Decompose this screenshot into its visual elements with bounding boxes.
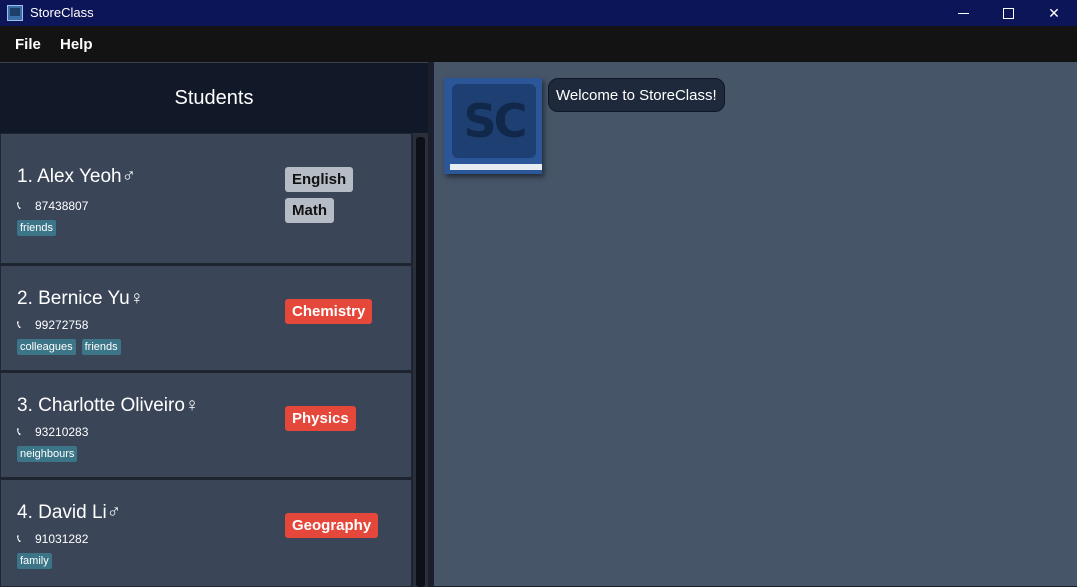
logo-inner: SC xyxy=(452,84,536,158)
window-title: StoreClass xyxy=(30,5,94,20)
menu-bar: File Help xyxy=(0,26,1077,62)
chat-bubble: Welcome to StoreClass! xyxy=(548,78,725,112)
subject-badge: Math xyxy=(285,198,334,223)
phone-icon: 📞︎ xyxy=(17,319,21,331)
subject-list: English Math xyxy=(285,167,354,223)
subject-list: Geography xyxy=(285,513,379,538)
tag: friends xyxy=(17,220,57,236)
phone-icon: 📞︎ xyxy=(17,426,21,438)
minimize-button[interactable] xyxy=(940,0,986,26)
logo-text: SC xyxy=(463,94,528,148)
phone-number: 91031282 xyxy=(35,532,89,546)
subject-badge: Chemistry xyxy=(285,299,373,324)
student-list[interactable]: 1. Alex Yeoh♂ 📞︎ 87438807 friends Englis… xyxy=(0,133,428,587)
chat-panel: SC Welcome to StoreClass! xyxy=(432,62,1077,586)
subject-badge: Geography xyxy=(285,513,379,538)
minimize-icon xyxy=(957,12,969,14)
menu-help[interactable]: Help xyxy=(60,36,93,53)
student-card[interactable]: 1. Alex Yeoh♂ 📞︎ 87438807 friends Englis… xyxy=(0,133,412,264)
student-phone: 📞︎ 93210283 xyxy=(17,425,88,439)
tag: family xyxy=(17,553,52,569)
student-name: 3. Charlotte Oliveiro♀ xyxy=(17,395,200,416)
phone-icon: 📞︎ xyxy=(17,533,21,545)
students-panel: Students 1. Alex Yeoh♂ 📞︎ 87438807 frien… xyxy=(0,62,428,587)
welcome-message: Welcome to StoreClass! xyxy=(556,86,717,104)
student-phone: 📞︎ 87438807 xyxy=(17,199,88,213)
student-name: 4. David Li♂ xyxy=(17,502,122,523)
tag: colleagues xyxy=(17,339,76,355)
close-icon: ✕ xyxy=(1048,4,1060,21)
app-icon xyxy=(7,5,23,21)
tag-list: friends xyxy=(17,220,57,236)
tag: neighbours xyxy=(17,446,78,462)
tag: friends xyxy=(81,339,121,355)
title-bar: StoreClass ✕ xyxy=(0,0,1077,26)
student-card[interactable]: 3. Charlotte Oliveiro♀ 📞︎ 93210283 neigh… xyxy=(0,372,412,478)
phone-icon: 📞︎ xyxy=(17,200,21,212)
student-card[interactable]: 2. Bernice Yu♀ 📞︎ 99272758 colleagues fr… xyxy=(0,265,412,371)
maximize-icon xyxy=(1002,7,1014,19)
close-button[interactable]: ✕ xyxy=(1031,0,1077,26)
maximize-button[interactable] xyxy=(985,0,1031,26)
student-name: 2. Bernice Yu♀ xyxy=(17,288,144,309)
subject-list: Chemistry xyxy=(285,299,373,324)
tag-list: colleagues friends xyxy=(17,339,121,355)
student-phone: 📞︎ 91031282 xyxy=(17,532,88,546)
subject-badge: Physics xyxy=(285,406,356,431)
logo-stripe xyxy=(450,164,542,170)
student-card[interactable]: 4. David Li♂ 📞︎ 91031282 family Geograph… xyxy=(0,479,412,587)
panel-title: Students xyxy=(174,86,254,109)
storeclass-logo: SC xyxy=(444,78,542,174)
subject-list: Physics xyxy=(285,406,356,431)
phone-number: 99272758 xyxy=(35,318,89,332)
student-name: 1. Alex Yeoh♂ xyxy=(17,166,136,187)
menu-file[interactable]: File xyxy=(15,36,41,53)
tag-list: neighbours xyxy=(17,446,78,462)
scrollbar-thumb[interactable] xyxy=(416,137,425,587)
phone-number: 93210283 xyxy=(35,425,89,439)
tag-list: family xyxy=(17,553,52,569)
students-header: Students xyxy=(0,63,428,133)
subject-badge: English xyxy=(285,167,354,192)
student-phone: 📞︎ 99272758 xyxy=(17,318,88,332)
phone-number: 87438807 xyxy=(35,199,89,213)
